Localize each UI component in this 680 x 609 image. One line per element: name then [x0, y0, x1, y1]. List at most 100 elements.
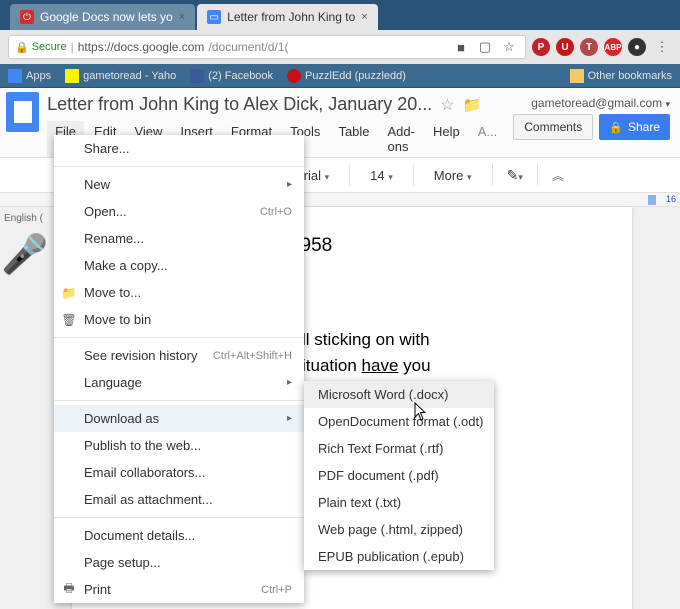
chevron-down-icon: ▾	[388, 172, 393, 182]
trash-icon: 🗑	[61, 313, 77, 327]
pinterest-icon	[287, 69, 301, 83]
microphone-button[interactable]: 🎤	[4, 234, 46, 276]
file-menu-new[interactable]: New▸	[54, 171, 304, 198]
camera-icon[interactable]: ■	[451, 37, 471, 57]
bookmark-label: gametoread - Yaho	[83, 70, 176, 82]
shortcut-label: Ctrl+O	[260, 206, 292, 218]
chevron-right-icon: ▸	[287, 377, 292, 388]
chrome-menu-icon[interactable]: ⋮	[652, 37, 672, 57]
menu-table[interactable]: Table	[330, 121, 377, 157]
comments-button[interactable]: Comments	[513, 114, 593, 140]
font-size-selector[interactable]: 14 ▾	[364, 168, 399, 183]
shortcut-label: Ctrl+Alt+Shift+H	[213, 350, 292, 362]
file-menu-rename[interactable]: Rename...	[54, 225, 304, 252]
account-email[interactable]: gametoread@gmail.com ▾	[531, 96, 670, 110]
bookmark-apps[interactable]: Apps	[8, 69, 51, 83]
folder-icon	[570, 69, 584, 83]
document-title[interactable]: Letter from John King to Alex Dick, Janu…	[47, 92, 432, 117]
file-menu-dropdown: Share... New▸ Open...Ctrl+O Rename... Ma…	[54, 135, 304, 603]
pinterest-ext-icon[interactable]: P	[532, 38, 550, 56]
file-menu-open[interactable]: Open...Ctrl+O	[54, 198, 304, 225]
file-menu-email-attach[interactable]: Email as attachment...	[54, 486, 304, 513]
lock-icon: 🔒	[609, 121, 623, 134]
file-menu-move-to[interactable]: 📁Move to...	[54, 279, 304, 306]
browser-toolbar: 🔒 Secure | https://docs.google.com/docum…	[0, 30, 680, 64]
abp-ext-icon[interactable]: ABP	[604, 38, 622, 56]
yahoo-icon	[65, 69, 79, 83]
file-menu-make-copy[interactable]: Make a copy...	[54, 252, 304, 279]
bookmark-label: Other bookmarks	[588, 70, 672, 82]
file-menu-language[interactable]: Language▸	[54, 369, 304, 396]
docs-logo-icon	[14, 101, 32, 123]
chevron-down-icon: ▾	[665, 99, 670, 109]
ext-q-icon[interactable]: ●	[628, 38, 646, 56]
star-icon[interactable]: ☆	[499, 37, 519, 57]
mouse-cursor-icon	[414, 402, 430, 427]
url-path: /document/d/1(	[208, 40, 288, 54]
browser-tab-active[interactable]: ▭ Letter from John King to ×	[197, 4, 378, 30]
close-icon[interactable]: ×	[179, 11, 185, 23]
power-icon: ⏻	[20, 10, 34, 24]
menu-overflow[interactable]: A...	[470, 121, 506, 157]
bookmark-other[interactable]: Other bookmarks	[570, 69, 672, 83]
tab-title: Letter from John King to	[227, 10, 355, 24]
ext-t-icon[interactable]: T	[580, 38, 598, 56]
bookmark-puzz[interactable]: PuzzlEdd (puzzledd)	[287, 69, 406, 83]
lock-icon: 🔒	[15, 41, 29, 54]
chevron-right-icon: ▸	[287, 179, 292, 190]
secure-indicator: 🔒 Secure	[15, 41, 67, 54]
docs-favicon-icon: ▭	[207, 10, 221, 24]
browser-tab-inactive[interactable]: ⏻ Google Docs now lets yo ×	[10, 4, 195, 30]
ruler-number: 16	[666, 194, 676, 204]
docs-home-button[interactable]	[6, 92, 39, 132]
star-icon[interactable]: ☆	[440, 95, 454, 115]
ublock-ext-icon[interactable]: U	[556, 38, 574, 56]
download-as-submenu: Microsoft Word (.docx) OpenDocument form…	[304, 381, 494, 570]
email-text: gametoread@gmail.com	[531, 96, 662, 110]
download-pdf[interactable]: PDF document (.pdf)	[304, 462, 494, 489]
folder-icon[interactable]: 📁	[463, 96, 482, 114]
apps-icon	[8, 69, 22, 83]
menu-addons[interactable]: Add-ons	[380, 121, 423, 157]
download-html[interactable]: Web page (.html, zipped)	[304, 516, 494, 543]
chevron-down-icon: ▾	[325, 172, 330, 182]
share-button[interactable]: 🔒 Share	[599, 114, 670, 140]
download-docx[interactable]: Microsoft Word (.docx)	[304, 381, 494, 408]
ruler-marker-icon[interactable]	[648, 195, 656, 205]
paint-format-icon[interactable]: ✎▾	[507, 167, 523, 184]
folder-icon: 📁	[61, 286, 77, 300]
menu-help[interactable]: Help	[425, 121, 468, 157]
download-txt[interactable]: Plain text (.txt)	[304, 489, 494, 516]
bookmark-label: Apps	[26, 70, 51, 82]
address-bar[interactable]: 🔒 Secure | https://docs.google.com/docum…	[8, 35, 526, 59]
bookmark-label: PuzzlEdd (puzzledd)	[305, 70, 406, 82]
file-menu-page-setup[interactable]: Page setup...	[54, 549, 304, 576]
close-icon[interactable]: ×	[361, 11, 367, 23]
file-menu-email-collab[interactable]: Email collaborators...	[54, 459, 304, 486]
bookmark-game[interactable]: gametoread - Yaho	[65, 69, 176, 83]
toolbar-expand-icon[interactable]: ︽	[552, 167, 564, 184]
cast-icon[interactable]: ▢	[475, 37, 495, 57]
secure-label: Secure	[32, 41, 67, 53]
bookmark-label: (2) Facebook	[208, 70, 273, 82]
file-menu-share[interactable]: Share...	[54, 135, 304, 162]
facebook-icon	[190, 69, 204, 83]
download-epub[interactable]: EPUB publication (.epub)	[304, 543, 494, 570]
chevron-down-icon: ▾	[467, 172, 472, 182]
more-toolbar-button[interactable]: More ▾	[428, 168, 478, 183]
bookmark-fb[interactable]: (2) Facebook	[190, 69, 273, 83]
file-menu-revision[interactable]: See revision historyCtrl+Alt+Shift+H	[54, 342, 304, 369]
font-size: 14	[370, 168, 384, 183]
file-menu-download-as[interactable]: Download as▸	[54, 405, 304, 432]
microphone-icon: 🎤	[1, 233, 48, 277]
file-menu-doc-details[interactable]: Document details...	[54, 522, 304, 549]
file-menu-move-bin[interactable]: 🗑Move to bin	[54, 306, 304, 333]
chevron-right-icon: ▸	[287, 413, 292, 424]
download-rtf[interactable]: Rich Text Format (.rtf)	[304, 435, 494, 462]
file-menu-publish[interactable]: Publish to the web...	[54, 432, 304, 459]
download-odt[interactable]: OpenDocument format (.odt)	[304, 408, 494, 435]
tab-title: Google Docs now lets yo	[40, 10, 173, 24]
bookmarks-bar: Apps gametoread - Yaho (2) Facebook Puzz…	[0, 64, 680, 88]
more-label: More	[434, 168, 464, 183]
browser-tab-strip: ⏻ Google Docs now lets yo × ▭ Letter fro…	[0, 0, 680, 30]
